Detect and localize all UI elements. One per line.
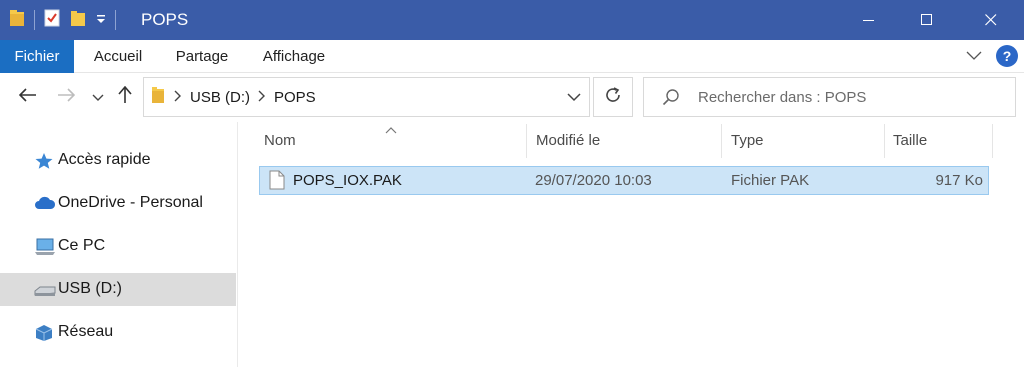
cloud-icon [34, 195, 56, 213]
column-header-label: Type [731, 132, 764, 149]
search-icon [662, 88, 680, 110]
column-header-label: Modifié le [536, 132, 601, 149]
title-bar: POPS [0, 0, 1024, 40]
up-arrow-icon [118, 85, 132, 108]
chevron-right-icon[interactable] [258, 90, 266, 105]
column-divider[interactable] [721, 124, 722, 158]
sort-ascending-icon [385, 122, 397, 139]
column-divider[interactable] [884, 124, 885, 158]
computer-icon [34, 238, 55, 256]
minimize-button[interactable] [840, 0, 898, 40]
close-icon [985, 14, 997, 26]
sidebar-item-label: USB (D:) [58, 280, 122, 297]
file-size: 917 Ko [935, 172, 983, 189]
column-header-label: Taille [893, 132, 928, 149]
refresh-button[interactable] [593, 77, 633, 117]
sidebar-item-quick-access[interactable]: Accès rapide [0, 144, 236, 177]
breadcrumb-item-pops[interactable]: POPS [274, 89, 316, 106]
back-button[interactable] [16, 85, 40, 109]
sidebar-item-network[interactable]: Réseau [0, 316, 236, 349]
search-input[interactable] [698, 78, 1008, 116]
breadcrumb: USB (D:) POPS [150, 78, 316, 116]
navigation-bar: USB (D:) POPS [0, 73, 1024, 122]
address-bar[interactable]: USB (D:) POPS [143, 77, 590, 117]
file-type: Fichier PAK [731, 172, 810, 189]
sidebar-item-label: Réseau [58, 323, 114, 340]
tab-accueil[interactable]: Accueil [82, 40, 154, 73]
properties-icon[interactable] [43, 8, 61, 32]
close-button[interactable] [962, 0, 1020, 40]
recent-locations-button[interactable] [86, 85, 110, 109]
help-button[interactable]: ? [996, 45, 1018, 67]
network-icon [34, 324, 54, 342]
forward-button[interactable] [54, 85, 78, 109]
column-divider[interactable] [992, 124, 993, 158]
tab-partage[interactable]: Partage [164, 40, 240, 73]
maximize-button[interactable] [898, 0, 956, 40]
drive-icon [34, 281, 56, 299]
table-row[interactable]: POPS_IOX.PAK 29/07/2020 10:03 Fichier PA… [259, 166, 989, 195]
back-arrow-icon [18, 88, 37, 106]
sidebar-item-label: OneDrive - Personal [58, 194, 203, 211]
new-folder-icon[interactable] [69, 8, 87, 32]
ribbon-controls: ? [966, 45, 1018, 67]
folder-icon [8, 8, 26, 32]
tab-fichier[interactable]: Fichier [0, 40, 74, 73]
refresh-icon [604, 86, 622, 108]
sidebar-item-label: Ce PC [58, 237, 106, 254]
column-header-size[interactable]: Taille [893, 122, 993, 160]
search-box [643, 77, 1016, 117]
navigation-pane: Accès rapide OneDrive - Personal Ce PC U… [0, 122, 238, 367]
file-modified: 29/07/2020 10:03 [535, 172, 652, 189]
chevron-down-icon [567, 89, 581, 106]
file-list: Nom Modifié le Type Taille POPS_IOX.PAK … [239, 122, 1024, 367]
sidebar-item-this-pc[interactable]: Ce PC [0, 230, 236, 263]
sidebar-item-onedrive[interactable]: OneDrive - Personal [0, 187, 236, 220]
forward-arrow-icon [57, 88, 76, 106]
file-name: POPS_IOX.PAK [293, 172, 402, 189]
window-title: POPS [141, 10, 189, 29]
tab-affichage[interactable]: Affichage [252, 40, 336, 73]
column-header-modified[interactable]: Modifié le [536, 122, 716, 160]
sidebar-item-usb[interactable]: USB (D:) [0, 273, 236, 306]
toolbar-divider [115, 10, 116, 30]
folder-icon [150, 85, 166, 109]
ribbon: Fichier Accueil Partage Affichage ? [0, 40, 1024, 73]
toolbar-divider [34, 10, 35, 30]
address-history-dropdown[interactable] [558, 77, 590, 117]
column-divider[interactable] [526, 124, 527, 158]
column-header-type[interactable]: Type [731, 122, 881, 160]
breadcrumb-item-usb[interactable]: USB (D:) [190, 89, 250, 106]
star-icon [34, 152, 54, 170]
minimize-icon [863, 14, 875, 26]
sidebar-item-label: Accès rapide [58, 151, 151, 168]
column-header-label: Nom [264, 132, 296, 149]
chevron-down-icon [92, 89, 104, 106]
expand-ribbon-icon[interactable] [966, 48, 982, 65]
customize-dropdown-icon[interactable] [95, 8, 107, 32]
chevron-right-icon[interactable] [174, 90, 182, 105]
up-button[interactable] [113, 85, 137, 109]
quick-access-toolbar [8, 8, 116, 32]
file-icon [269, 170, 285, 194]
maximize-icon [921, 14, 933, 26]
